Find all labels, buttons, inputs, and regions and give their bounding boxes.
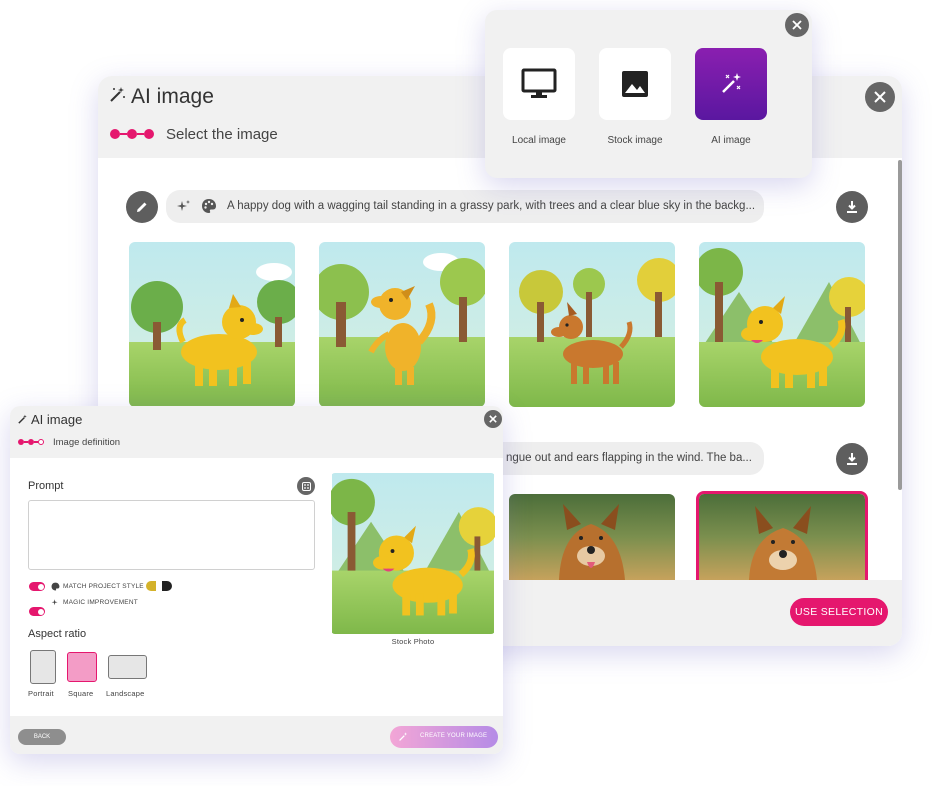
- step-label: Select the image: [166, 126, 278, 143]
- generated-image-1[interactable]: [129, 242, 295, 407]
- close-icon: [792, 20, 802, 30]
- download-icon: [847, 453, 857, 465]
- dog-image: [319, 242, 485, 407]
- dog-image: [331, 473, 495, 634]
- magic-wand-icon: [722, 73, 741, 93]
- prompt-textarea[interactable]: [28, 500, 315, 570]
- close-icon: [874, 91, 886, 103]
- local-image-card[interactable]: [503, 48, 575, 120]
- dog-photo: [509, 494, 675, 580]
- magic-wand-icon: [110, 87, 125, 102]
- prompt-row[interactable]: A happy dog with a wagging tail standing…: [166, 190, 764, 223]
- step-indicator: [110, 129, 154, 139]
- edit-button[interactable]: [126, 191, 158, 223]
- sparkles-icon: [51, 599, 58, 606]
- sparkles-icon: [177, 200, 190, 211]
- pencil-icon: [137, 202, 147, 212]
- create-image-button[interactable]: CREATE YOUR IMAGE: [390, 726, 498, 748]
- close-button[interactable]: [865, 82, 895, 112]
- style-swatch-black[interactable]: [162, 581, 172, 591]
- step-indicator: [18, 439, 44, 445]
- image-definition-dialog: AI image Image definition Prompt MATCH P…: [10, 406, 503, 754]
- stock-image-label: Stock image: [607, 135, 663, 146]
- dog-photo: [699, 494, 865, 580]
- preview-image: [331, 473, 495, 634]
- generated-image-6[interactable]: [509, 494, 675, 580]
- dog-image: [129, 242, 295, 407]
- match-style-label: MATCH PROJECT STYLE: [63, 583, 144, 590]
- ai-image-card[interactable]: [695, 48, 767, 120]
- random-prompt-button[interactable]: [297, 477, 315, 495]
- generated-image-4[interactable]: [699, 242, 865, 407]
- magic-improvement-label: MAGIC IMPROVEMENT: [63, 599, 138, 606]
- style-swatch-gold[interactable]: [146, 581, 156, 591]
- prompt-label: Prompt: [28, 480, 64, 492]
- ai-image-label: AI image: [711, 135, 751, 146]
- generated-image-2[interactable]: [319, 242, 485, 407]
- download-button[interactable]: [836, 191, 868, 223]
- generated-image-3[interactable]: [509, 242, 675, 407]
- dialog-title: AI image: [31, 412, 83, 427]
- portrait-label: Portrait: [28, 689, 54, 698]
- back-button[interactable]: BACK: [18, 729, 66, 745]
- portrait-option[interactable]: [30, 650, 56, 684]
- palette-icon: [202, 199, 216, 213]
- close-icon: [489, 415, 497, 423]
- close-button[interactable]: [785, 13, 809, 37]
- image-source-picker: Local image Stock image AI image: [485, 10, 812, 178]
- landscape-label: Landscape: [106, 689, 145, 698]
- stock-image-card[interactable]: [599, 48, 671, 120]
- dialog-title: AI image: [131, 85, 214, 108]
- use-selection-button[interactable]: USE SELECTION: [790, 598, 888, 626]
- download-icon: [847, 201, 857, 213]
- download-button-2[interactable]: [836, 443, 868, 475]
- magic-wand-icon: [18, 414, 27, 424]
- generated-image-7-selected[interactable]: [696, 491, 868, 580]
- magic-wand-icon: [399, 732, 408, 741]
- dice-icon: [301, 481, 311, 491]
- match-style-toggle[interactable]: [29, 582, 45, 591]
- create-image-label: CREATE YOUR IMAGE: [420, 733, 488, 739]
- monitor-icon: [521, 68, 557, 98]
- image-icon: [622, 71, 648, 97]
- local-image-label: Local image: [512, 135, 566, 146]
- scrollbar[interactable]: [898, 160, 902, 490]
- dog-image: [699, 242, 865, 407]
- preview-caption: Stock Photo: [391, 637, 435, 646]
- prompt-text-2: ngue out and ears flapping in the wind. …: [506, 452, 752, 464]
- landscape-option[interactable]: [108, 655, 147, 679]
- square-option[interactable]: [67, 652, 97, 682]
- step-label: Image definition: [53, 437, 121, 448]
- close-button[interactable]: [484, 410, 502, 428]
- magic-improvement-toggle[interactable]: [29, 607, 45, 616]
- dog-image: [509, 242, 675, 407]
- palette-icon: [51, 582, 60, 591]
- prompt-text: A happy dog with a wagging tail standing…: [227, 200, 756, 212]
- square-label: Square: [68, 689, 94, 698]
- aspect-ratio-label: Aspect ratio: [28, 628, 87, 640]
- dialog-header: [10, 406, 503, 458]
